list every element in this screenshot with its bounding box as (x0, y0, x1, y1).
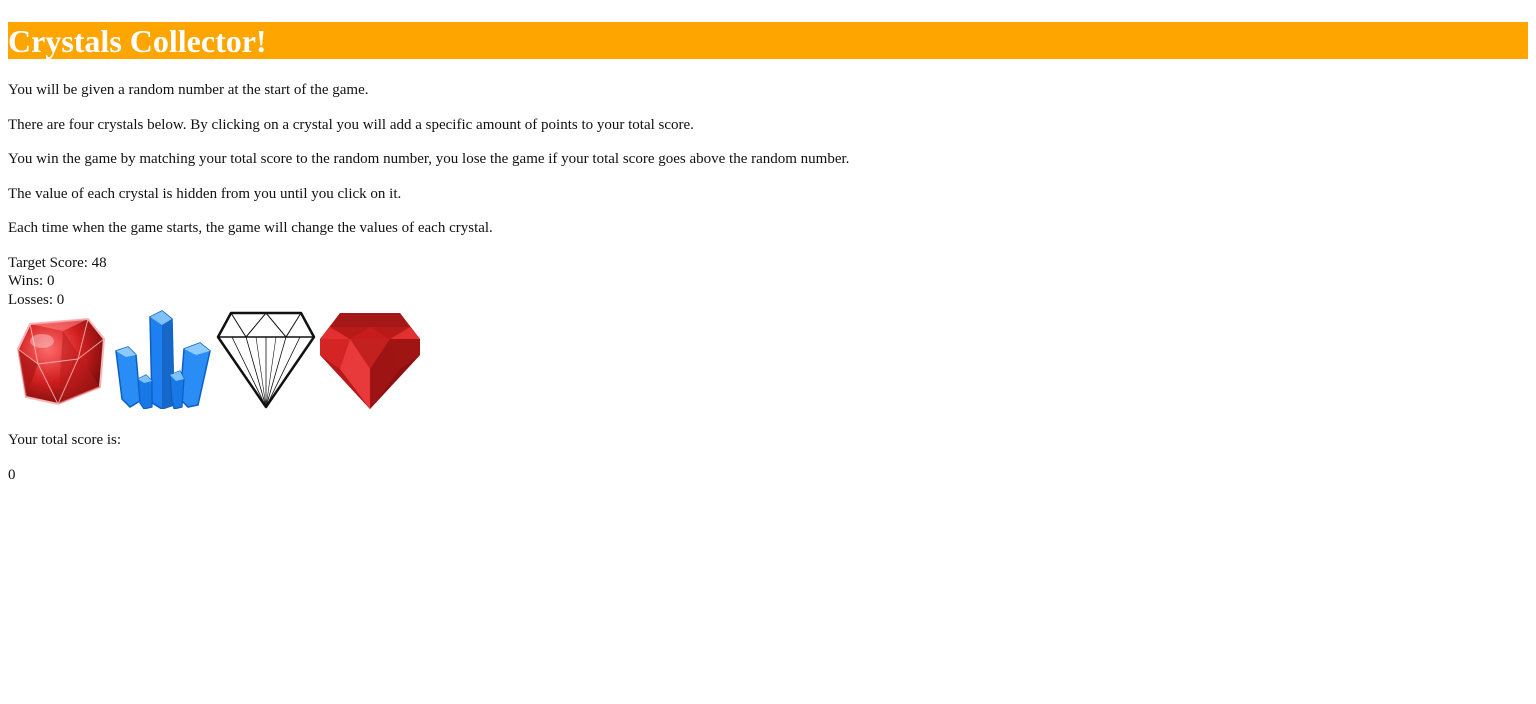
instruction-values-change: Each time when the game starts, the game… (8, 220, 493, 236)
ruby-gem-icon (16, 317, 106, 406)
wins-count: Wins: 0 (8, 273, 55, 289)
instruction-win-lose: You win the game by matching your total … (8, 151, 850, 167)
page: Crystals Collector! You will be given a … (0, 22, 1536, 484)
stats-panel: Target Score: 48 Wins: 0 Losses: 0 (8, 254, 1528, 310)
red-gem-icon (320, 313, 420, 409)
total-score-label: Your total score is: (8, 432, 122, 448)
losses-count: Losses: 0 (8, 291, 65, 308)
total-score-value: 0 (8, 466, 16, 483)
target-score: Target Score: 48 (8, 254, 107, 271)
instruction-hidden-values: The value of each crystal is hidden from… (8, 185, 402, 202)
page-title: Crystals Collector! (8, 22, 1528, 59)
instruction-four-crystals: There are four crystals below. By clicki… (8, 116, 694, 133)
instruction-random-number: You will be given a random number at the… (8, 82, 369, 98)
crystal-button-2[interactable] (112, 309, 212, 409)
blue-crystal-cluster-icon (115, 310, 211, 409)
crystal-button-4[interactable] (320, 309, 420, 409)
crystal-row (8, 309, 1528, 409)
crystal-button-1[interactable] (8, 309, 108, 409)
diamond-outline-icon (216, 311, 316, 409)
crystal-button-3[interactable] (216, 309, 316, 409)
